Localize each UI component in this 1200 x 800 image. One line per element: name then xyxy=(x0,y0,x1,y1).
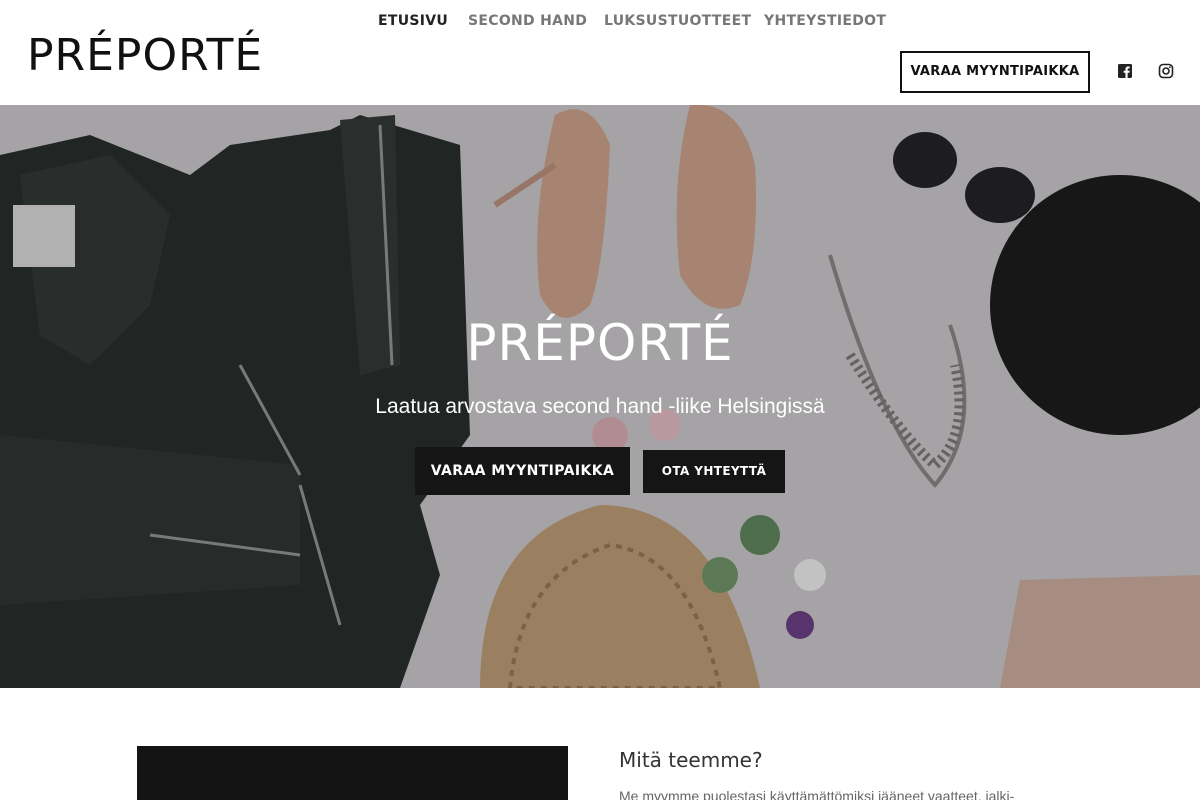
book-stall-nav-button[interactable]: VARAA MYYNTIPAIKKA xyxy=(900,51,1090,93)
contact-hero-button[interactable]: OTA YHTEYTTÄ xyxy=(643,450,785,493)
nav-item-yhteystiedot[interactable]: YHTEYSTIEDOT xyxy=(764,0,886,42)
nav-item-second-hand[interactable]: SECOND HAND xyxy=(468,0,587,42)
book-stall-hero-button[interactable]: VARAA MYYNTIPAIKKA xyxy=(415,447,630,495)
hero-title: PRÉPORTÉ xyxy=(466,314,734,372)
section-text: Me myymme puolestasi käyttämättömiksi jä… xyxy=(619,788,1015,800)
section-image xyxy=(137,746,568,800)
facebook-icon[interactable] xyxy=(1117,63,1133,79)
hero-banner: PRÉPORTÉ Laatua arvostava second hand -l… xyxy=(0,105,1200,688)
site-header: PRÉPORTÉ ETUSIVU SECOND HAND LUKSUSTUOTT… xyxy=(0,0,1200,105)
nav-item-etusivu[interactable]: ETUSIVU xyxy=(378,0,448,42)
nav-item-luksustuotteet[interactable]: LUKSUSTUOTTEET xyxy=(604,0,751,42)
hero-subtitle: Laatua arvostava second hand -liike Hels… xyxy=(375,395,825,418)
site-logo[interactable]: PRÉPORTÉ xyxy=(27,30,263,82)
instagram-icon[interactable] xyxy=(1158,63,1174,79)
section-title: Mitä teemme? xyxy=(619,748,763,772)
